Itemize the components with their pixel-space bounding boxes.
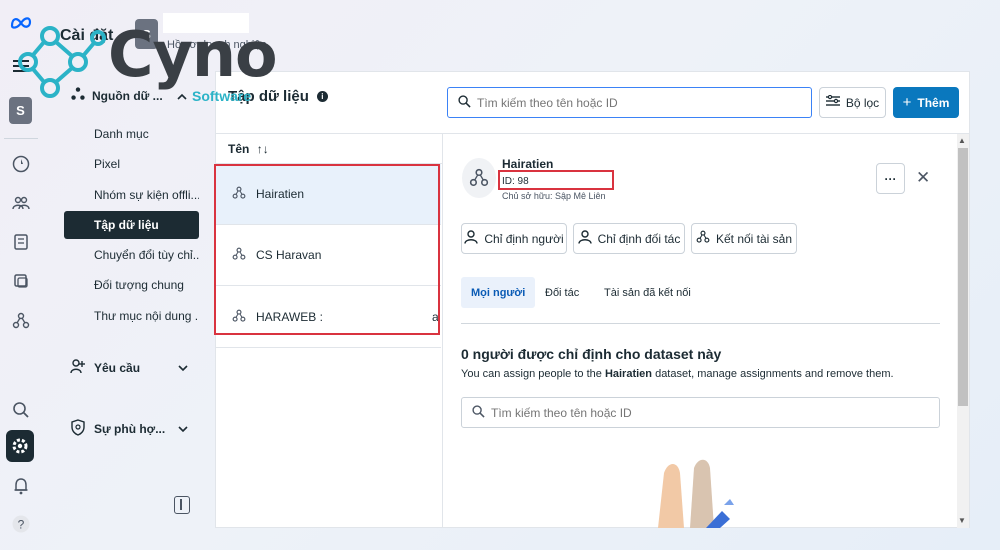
- nav-item-content-folders[interactable]: Thư mục nội dung ...: [64, 302, 199, 330]
- assign-partner-button[interactable]: Chỉ định đối tác: [573, 223, 685, 254]
- dataset-detail-icon: [462, 158, 496, 198]
- tabs-divider: [461, 323, 940, 324]
- panel-column-divider: [442, 134, 443, 528]
- people-search-field[interactable]: [461, 397, 940, 428]
- scroll-down-icon[interactable]: ▼: [958, 516, 966, 525]
- sort-icon: ↑↓: [256, 142, 269, 156]
- page-title: Cài đặt: [60, 27, 114, 44]
- panel-title: Tập dữ liệu i: [228, 88, 328, 105]
- connect-assets-button[interactable]: Kết nối tài sản: [691, 223, 797, 254]
- catalog-icon[interactable]: [9, 269, 33, 293]
- rail-divider: [4, 138, 38, 139]
- assign-partner-label: Chỉ định đối tác: [597, 231, 681, 246]
- nav-item-offline-events[interactable]: Nhóm sự kiện offli...: [64, 181, 199, 209]
- assignment-desc-name: Hairatien: [604, 368, 653, 380]
- business-subtitle: Hồ sơ doanh nghiệp: [167, 39, 267, 51]
- chevron-down-icon: [178, 361, 188, 375]
- chevron-up-icon: [177, 89, 187, 103]
- panel-header-divider: [216, 133, 969, 134]
- nav-item-custom-conversions[interactable]: Chuyển đổi tùy chỉ...: [64, 241, 199, 269]
- name-column-header[interactable]: Tên ↑↓: [228, 142, 269, 156]
- datasets-icon: [70, 86, 86, 105]
- assign-people-button[interactable]: Chỉ định người: [461, 223, 567, 254]
- shield-icon: [70, 419, 86, 439]
- bell-icon[interactable]: [9, 474, 33, 498]
- sidebar-toggle-icon[interactable]: [174, 496, 190, 514]
- chevron-down-icon: [178, 422, 188, 436]
- nav-item-pixel[interactable]: Pixel: [64, 150, 199, 178]
- filter-button[interactable]: Bộ lọc: [819, 87, 886, 118]
- nav-group-requests[interactable]: Yêu cầu: [70, 358, 188, 377]
- connect-assets-label: Kết nối tài sản: [715, 231, 793, 246]
- nav-item-datasets[interactable]: Tập dữ liệu: [64, 211, 199, 239]
- plus-icon: +: [902, 94, 912, 111]
- close-icon[interactable]: ✕: [916, 168, 930, 188]
- detail-scrollbar-thumb[interactable]: [958, 148, 968, 406]
- empty-state-illustration: [658, 459, 734, 528]
- nav-section-data-sources[interactable]: Nguồn dữ ...: [70, 86, 187, 105]
- settings-icon[interactable]: [6, 430, 34, 462]
- help-icon[interactable]: ?: [9, 512, 33, 536]
- business-avatar[interactable]: S: [135, 19, 158, 49]
- nav-group-label: Sự phù hợ...: [94, 422, 166, 436]
- search-icon: [458, 94, 471, 111]
- assignment-desc-pre: You can assign people to the: [461, 368, 605, 380]
- assignment-description: You can assign people to the Hairatien d…: [461, 368, 894, 380]
- highlight-box-id: [498, 170, 614, 190]
- menu-icon[interactable]: [9, 54, 33, 78]
- person-icon: [577, 230, 592, 247]
- search-icon: [472, 404, 485, 421]
- more-options-button[interactable]: ···: [876, 163, 905, 194]
- datasets-icon: [696, 230, 710, 247]
- add-button[interactable]: + Thêm: [893, 87, 959, 118]
- panel-title-text: Tập dữ liệu: [228, 88, 309, 105]
- search-icon[interactable]: [9, 398, 33, 422]
- name-column-label: Tên: [228, 142, 250, 156]
- nav-item-shared-audiences[interactable]: Đối tượng chung: [64, 271, 199, 299]
- dataset-detail-owner: Chủ sở hữu: Sập Mê Liên: [502, 191, 606, 201]
- add-label: Thêm: [917, 95, 950, 110]
- tab-partners[interactable]: Đối tác: [535, 277, 589, 308]
- person-icon: [464, 230, 479, 247]
- highlight-box-list: [214, 164, 440, 335]
- person-add-icon: [70, 358, 86, 377]
- help-glyph: ?: [18, 518, 25, 532]
- assign-people-label: Chỉ định người: [484, 231, 564, 246]
- filter-label: Bộ lọc: [845, 95, 880, 110]
- compass-icon[interactable]: [9, 152, 33, 176]
- dataset-detail-name: Hairatien: [502, 157, 554, 171]
- nav-group-compliance[interactable]: Sự phù hợ...: [70, 419, 188, 439]
- people-search-input[interactable]: [491, 405, 791, 420]
- datasets-icon[interactable]: [9, 309, 33, 333]
- tab-connected-assets[interactable]: Tài sản đã kết nối: [594, 277, 701, 308]
- assignment-title: 0 người được chỉ định cho dataset này: [461, 346, 722, 362]
- scroll-up-icon[interactable]: ▲: [958, 136, 966, 145]
- nav-section-label: Nguồn dữ ...: [92, 88, 163, 103]
- business-name-redacted: [163, 13, 249, 33]
- nav-item-catalog[interactable]: Danh mục: [64, 120, 199, 148]
- pages-icon[interactable]: [9, 230, 33, 254]
- assignment-desc-post: dataset, manage assignments and remove t…: [652, 368, 894, 380]
- info-icon[interactable]: i: [316, 91, 328, 102]
- nav-group-label: Yêu cầu: [94, 360, 141, 375]
- filter-icon: [825, 94, 840, 110]
- icon-rail: S ?: [0, 0, 42, 550]
- tab-people[interactable]: Mọi người: [461, 277, 536, 308]
- account-avatar[interactable]: S: [9, 97, 32, 124]
- dataset-search-input[interactable]: [477, 95, 777, 110]
- people-icon[interactable]: [9, 191, 33, 215]
- meta-logo-icon[interactable]: [9, 10, 33, 34]
- dataset-search-field[interactable]: [447, 87, 812, 118]
